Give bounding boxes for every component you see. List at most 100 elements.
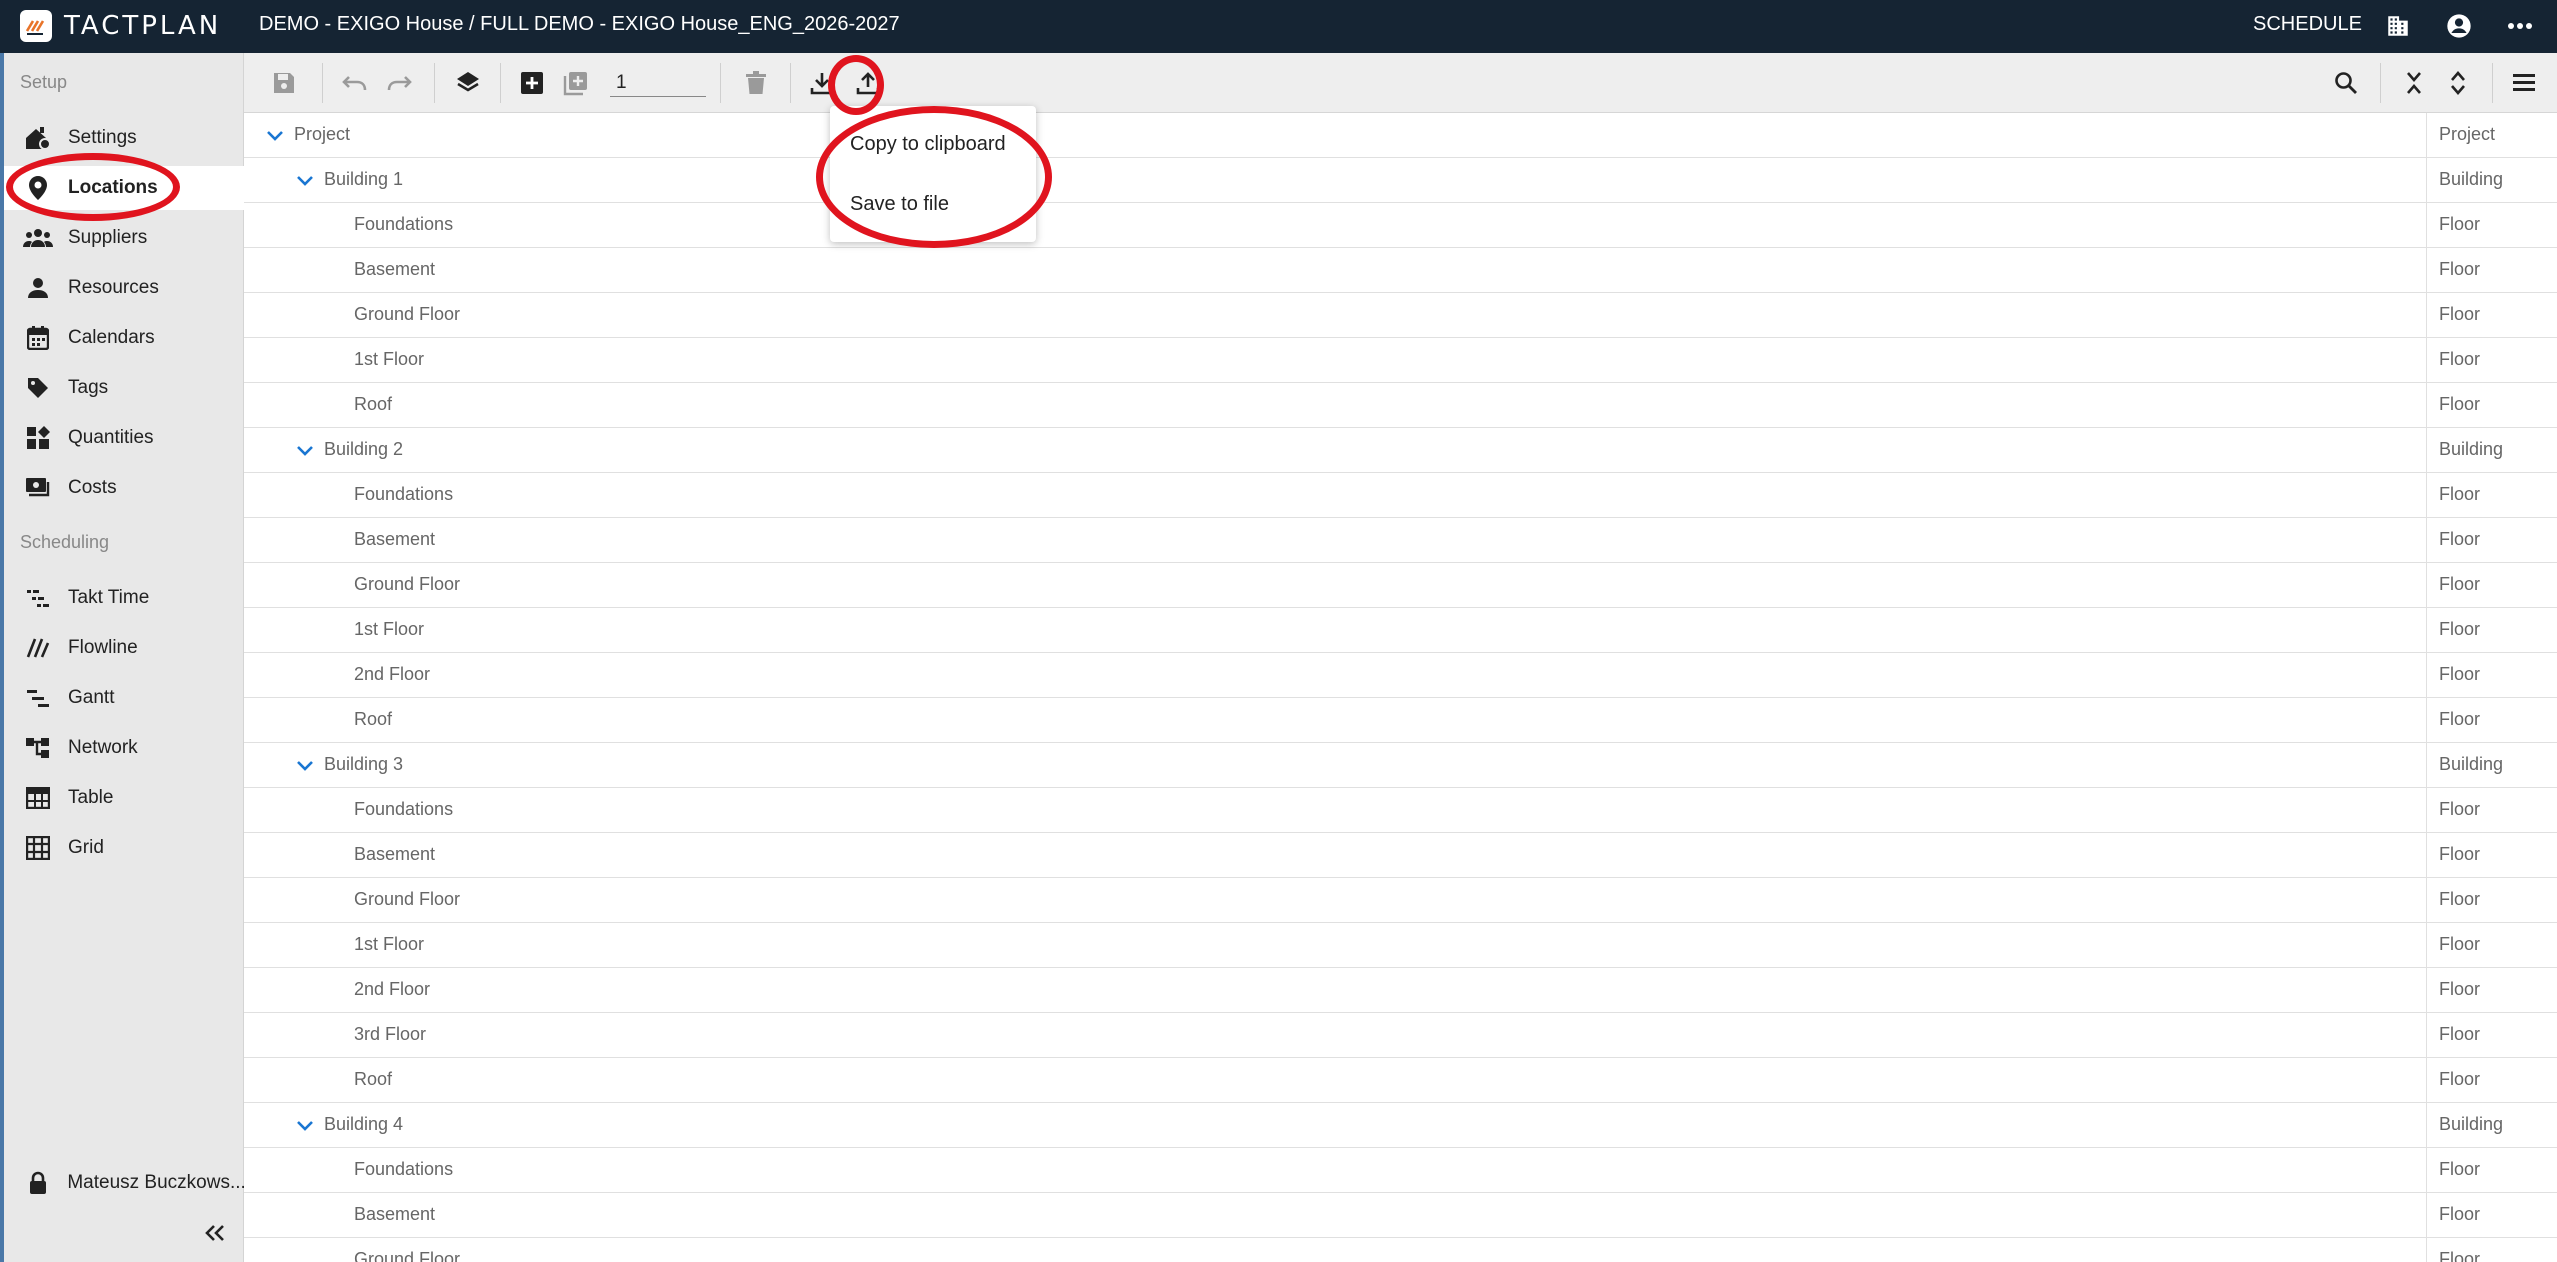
tree-row[interactable]: 2nd Floor Floor [244, 968, 2557, 1013]
sidebar-item-takt-time[interactable]: Takt Time [4, 576, 244, 620]
more-icon[interactable] [2504, 10, 2536, 42]
tree-row[interactable]: Project Project [244, 113, 2557, 158]
sidebar-item-label: Gantt [68, 687, 115, 708]
tree-row[interactable]: Building 3 Building [244, 743, 2557, 788]
copy-to-clipboard-item[interactable]: Copy to clipboard [830, 120, 1036, 168]
takt-icon [20, 580, 56, 616]
location-name: Building 3 [324, 754, 404, 774]
chevron-down-icon[interactable] [294, 755, 316, 777]
chevron-down-icon[interactable] [294, 1115, 316, 1137]
tree-row[interactable]: Roof Floor [244, 698, 2557, 743]
tree-row[interactable]: Ground Floor Floor [244, 878, 2557, 923]
sidebar-item-label: Locations [68, 177, 158, 198]
tree-row[interactable]: 2nd Floor Floor [244, 653, 2557, 698]
calendar-icon [20, 320, 56, 356]
location-name: Building 4 [324, 1114, 404, 1134]
location-name: Basement [354, 844, 436, 864]
location-type: Floor [2426, 1148, 2557, 1192]
delete-icon[interactable] [738, 65, 774, 101]
location-type: Floor [2426, 653, 2557, 697]
location-name: Ground Floor [354, 574, 461, 594]
user-account-item[interactable]: Mateusz Buczkows... [4, 1161, 244, 1205]
toolbar-divider [434, 63, 435, 103]
collapse-all-icon[interactable] [2396, 65, 2432, 101]
add-copy-icon[interactable] [558, 65, 594, 101]
tree-row[interactable]: Ground Floor Floor [244, 293, 2557, 338]
undo-icon[interactable] [336, 65, 372, 101]
toolbar-divider [322, 63, 323, 103]
location-type: Building [2426, 1103, 2557, 1147]
tree-row[interactable]: 1st Floor Floor [244, 608, 2557, 653]
tree-row[interactable]: Foundations Floor [244, 473, 2557, 518]
redo-icon[interactable] [382, 65, 418, 101]
location-type: Building [2426, 158, 2557, 202]
app-logo[interactable]: TACTPLAN [20, 10, 221, 42]
tree-row[interactable]: 3rd Floor Floor [244, 1013, 2557, 1058]
menu-icon[interactable] [2506, 65, 2542, 101]
double-chevron-left-icon[interactable] [200, 1218, 230, 1248]
tree-row[interactable]: Roof Floor [244, 1058, 2557, 1103]
toolbar-divider [720, 63, 721, 103]
save-to-file-item[interactable]: Save to file [830, 180, 1036, 228]
toolbar-divider [500, 63, 501, 103]
location-type: Floor [2426, 518, 2557, 562]
location-type: Floor [2426, 1193, 2557, 1237]
chevron-down-icon[interactable] [294, 170, 316, 192]
layers-icon[interactable] [450, 65, 486, 101]
location-name: Foundations [354, 484, 454, 504]
sidebar-item-grid[interactable]: Grid [4, 826, 244, 870]
tree-row[interactable]: Ground Floor Floor [244, 1238, 2557, 1262]
expand-all-icon[interactable] [2440, 65, 2476, 101]
tree-row[interactable]: Basement Floor [244, 248, 2557, 293]
tree-row[interactable]: Building 2 Building [244, 428, 2557, 473]
money-icon [20, 470, 56, 506]
sidebar-item-flowline[interactable]: Flowline [4, 626, 244, 670]
tree-row[interactable]: Basement Floor [244, 1193, 2557, 1238]
sidebar-item-quantities[interactable]: Quantities [4, 416, 244, 460]
sidebar-item-suppliers[interactable]: Suppliers [4, 216, 244, 260]
sidebar-item-label: Resources [68, 277, 159, 298]
tree-row[interactable]: 1st Floor Floor [244, 923, 2557, 968]
sidebar-item-resources[interactable]: Resources [4, 266, 244, 310]
sidebar-item-label: Table [68, 787, 114, 808]
schedule-button[interactable]: SCHEDULE [2253, 13, 2362, 36]
quantity-input[interactable] [610, 69, 706, 97]
sidebar-item-gantt[interactable]: Gantt [4, 676, 244, 720]
tree-row[interactable]: Building 1 Building [244, 158, 2557, 203]
tree-row[interactable]: Building 4 Building [244, 1103, 2557, 1148]
download-icon[interactable] [804, 65, 840, 101]
sidebar-item-tags[interactable]: Tags [4, 366, 244, 410]
sidebar-item-locations[interactable]: Locations [4, 166, 244, 210]
location-name: Basement [354, 1204, 436, 1224]
sidebar-item-table[interactable]: Table [4, 776, 244, 820]
chevron-down-icon[interactable] [294, 440, 316, 462]
sidebar-item-label: Suppliers [68, 227, 148, 248]
tree-row[interactable]: Foundations Floor [244, 1148, 2557, 1193]
location-name: Roof [354, 709, 393, 729]
tree-row[interactable]: 1st Floor Floor [244, 338, 2557, 383]
tree-row[interactable]: Foundations Floor [244, 788, 2557, 833]
account-icon[interactable] [2443, 10, 2475, 42]
tree-row[interactable]: Ground Floor Floor [244, 563, 2557, 608]
sidebar-item-label: Quantities [68, 427, 154, 448]
sidebar-item-label: Network [68, 737, 138, 758]
sidebar-item-calendars[interactable]: Calendars [4, 316, 244, 360]
upload-icon[interactable] [850, 65, 886, 101]
location-name: Ground Floor [354, 889, 461, 909]
add-icon[interactable] [514, 65, 550, 101]
tree-row[interactable]: Roof Floor [244, 383, 2557, 428]
save-icon[interactable] [266, 65, 302, 101]
sidebar-item-costs[interactable]: Costs [4, 466, 244, 510]
location-type: Floor [2426, 203, 2557, 247]
tree-row[interactable]: Basement Floor [244, 518, 2557, 563]
lock-icon [20, 1165, 55, 1201]
tree-row[interactable]: Foundations Floor [244, 203, 2557, 248]
search-icon[interactable] [2328, 65, 2364, 101]
scheduling-section-label: Scheduling [20, 532, 110, 552]
sidebar-item-settings[interactable]: Settings [4, 116, 244, 160]
chevron-down-icon[interactable] [264, 125, 286, 147]
building-icon[interactable] [2382, 10, 2414, 42]
location-name: Roof [354, 394, 393, 414]
sidebar-item-network[interactable]: Network [4, 726, 244, 770]
tree-row[interactable]: Basement Floor [244, 833, 2557, 878]
